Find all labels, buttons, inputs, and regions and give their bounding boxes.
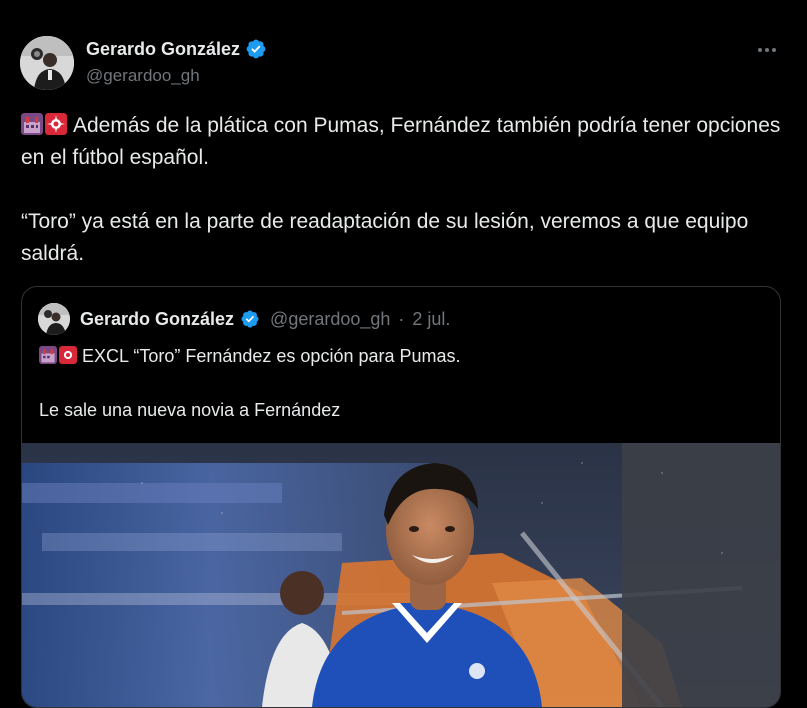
more-dot [765, 48, 769, 52]
emoji-group [21, 113, 67, 135]
more-dot [772, 48, 776, 52]
station-emoji [21, 113, 43, 135]
quoted-tweet-media-image[interactable] [22, 443, 780, 707]
quoted-tweet-date[interactable]: 2 jul. [412, 309, 450, 330]
rotating-light-emoji [59, 346, 77, 364]
quoted-tweet-header: Gerardo González @gerardoo_gh · 2 jul. [38, 303, 450, 335]
quoted-paragraph-1: EXCL “Toro” Fernández es opción para Pum… [39, 343, 759, 370]
quoted-tweet-text: EXCL “Toro” Fernández es opción para Pum… [39, 343, 759, 424]
quoted-tweet-card[interactable]: Gerardo González @gerardoo_gh · 2 jul. E… [21, 286, 781, 708]
quoted-author-avatar[interactable] [38, 303, 70, 335]
quoted-author-name[interactable]: Gerardo González [80, 309, 234, 330]
verified-badge-icon [241, 310, 259, 328]
verified-badge-icon[interactable] [245, 38, 267, 60]
station-emoji [39, 346, 57, 364]
author-name[interactable]: Gerardo González [86, 39, 240, 60]
more-dot [758, 48, 762, 52]
tweet-paragraph-1: Además de la plática con Pumas, Fernánde… [21, 110, 791, 174]
author-name-row[interactable]: Gerardo González [86, 38, 267, 60]
emoji-group [39, 346, 77, 364]
meta-separator: · [398, 308, 405, 329]
quoted-author-handle: @gerardoo_gh [270, 308, 391, 329]
author-handle[interactable]: @gerardoo_gh [86, 66, 200, 86]
tweet-paragraph-2: “Toro” ya está en la parte de readaptaci… [21, 210, 749, 265]
more-options-icon[interactable] [755, 40, 779, 60]
quoted-paragraph-2: Le sale una nueva novia a Fernández [39, 400, 341, 420]
tweet-article: Gerardo González @gerardoo_gh Además de … [0, 0, 807, 708]
tweet-text: Además de la plática con Pumas, Fernánde… [21, 110, 791, 270]
rotating-light-emoji [45, 113, 67, 135]
author-avatar[interactable] [20, 36, 74, 90]
tweet-paragraph-1-text: Además de la plática con Pumas, Fernánde… [21, 114, 781, 169]
quoted-paragraph-1-text: EXCL “Toro” Fernández es opción para Pum… [82, 346, 461, 366]
